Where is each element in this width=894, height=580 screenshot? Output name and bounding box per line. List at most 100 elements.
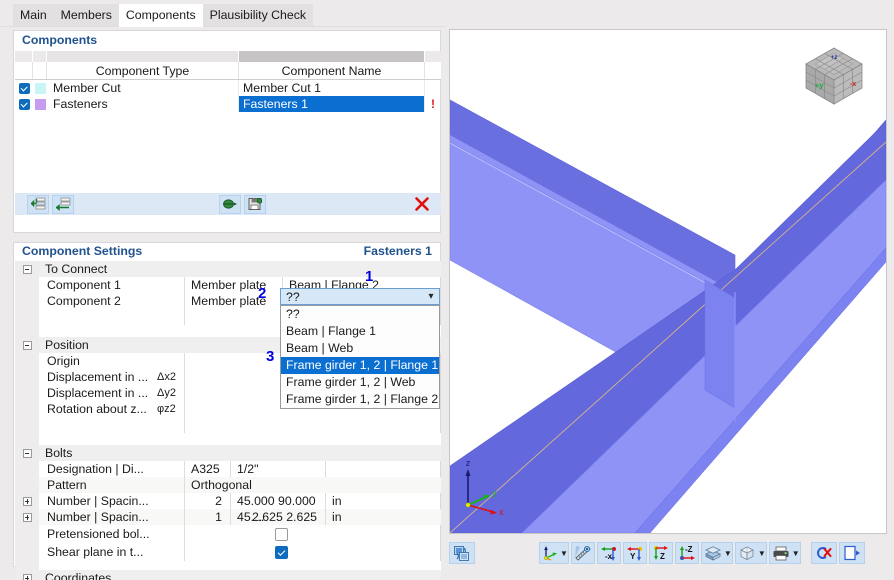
display-style-icon[interactable]: ▼ xyxy=(700,542,733,564)
row-value-number[interactable]: 1 xyxy=(185,509,231,525)
checkbox-checked-icon[interactable] xyxy=(275,545,288,559)
settings-row-number-spacing-1[interactable]: Number | Spacin... 2 45.000 90.000 45...… xyxy=(15,493,441,524)
view-y-icon[interactable]: Y xyxy=(622,542,647,564)
row-value[interactable] xyxy=(185,385,283,401)
checkbox-checked-icon[interactable] xyxy=(18,98,30,110)
measure-icon[interactable] xyxy=(570,542,595,564)
row-status xyxy=(425,80,441,96)
render-toggle-icon[interactable] xyxy=(449,542,475,564)
model-viewport[interactable]: +z +y -x z y x xyxy=(450,30,886,533)
expand-icon[interactable] xyxy=(22,573,32,580)
tab-plausibility-check[interactable]: Plausibility Check xyxy=(202,4,314,27)
row-symbol xyxy=(157,353,185,369)
color-swatch xyxy=(34,82,46,94)
settings-row-shear-plane[interactable]: Shear plane in t... xyxy=(15,543,441,561)
page-next-icon[interactable] xyxy=(838,542,865,564)
row-value-type[interactable]: Member plate xyxy=(185,293,283,309)
tab-bar: Main Members Components Plausibility Che… xyxy=(0,0,445,27)
row-label: Component 1 xyxy=(47,278,121,292)
tree-cell xyxy=(15,417,39,433)
row-component-name[interactable]: Fasteners 1 xyxy=(239,96,425,112)
collapse-icon[interactable] xyxy=(22,340,32,350)
row-value[interactable] xyxy=(185,369,283,385)
component-2-combobox[interactable]: ?? ▾ xyxy=(280,288,440,305)
expand-icon[interactable] xyxy=(22,496,32,506)
tree-toggle-cell[interactable] xyxy=(15,509,39,525)
settings-group-coordinates[interactable]: Coordinates xyxy=(15,570,441,580)
components-table-filter-strip xyxy=(15,51,441,62)
row-value xyxy=(185,543,231,561)
header-component-type[interactable]: Component Type xyxy=(47,62,239,79)
row-value-number[interactable]: 2 xyxy=(185,493,231,509)
settings-row-number-spacing-2[interactable]: Number | Spacin... 1 2.625 2.625 in xyxy=(15,509,441,525)
insert-component-before-icon[interactable] xyxy=(27,194,49,214)
chevron-down-icon[interactable]: ▼ xyxy=(560,549,568,558)
clear-selection-icon[interactable] xyxy=(810,542,837,564)
import-component-icon[interactable] xyxy=(219,194,241,214)
row-value-designation[interactable]: A325 xyxy=(185,461,231,477)
insert-component-after-icon[interactable] xyxy=(52,194,74,214)
box-view-icon[interactable]: ▼ xyxy=(734,542,767,564)
row-symbol: φz2 xyxy=(157,401,185,417)
dropdown-option-selected[interactable]: Frame girder 1, 2 | Flange 1 xyxy=(281,357,439,374)
chevron-down-icon[interactable]: ▼ xyxy=(792,549,800,558)
settings-row-pattern[interactable]: Pattern Orthogonal xyxy=(15,477,441,493)
dropdown-option[interactable]: ?? xyxy=(281,306,439,323)
tree-cell xyxy=(15,369,39,385)
row-value-spacing[interactable]: 2.625 2.625 xyxy=(231,509,326,525)
save-component-icon[interactable] xyxy=(244,194,266,214)
collapse-icon[interactable] xyxy=(22,264,32,274)
settings-row-designation[interactable]: Designation | Di... A325 1/2" xyxy=(15,461,441,477)
dropdown-option[interactable]: Frame girder 1, 2 | Web xyxy=(281,374,439,391)
chevron-down-icon[interactable]: ▼ xyxy=(724,549,732,558)
row-component-name[interactable]: Member Cut 1 xyxy=(239,80,425,96)
tab-main[interactable]: Main xyxy=(13,4,54,27)
row-value[interactable] xyxy=(185,401,283,417)
row-symbol xyxy=(157,277,185,293)
delete-component-icon[interactable] xyxy=(411,195,433,214)
row-value-type[interactable]: Member plate xyxy=(185,277,283,293)
shear-plane-checkbox-cell[interactable] xyxy=(231,543,326,561)
checkbox-checked-icon[interactable] xyxy=(18,82,30,94)
view-minus-z-icon[interactable]: -Z xyxy=(674,542,699,564)
chevron-down-icon[interactable]: ▾ xyxy=(423,291,439,302)
row-label: Rotation about z... xyxy=(47,402,147,416)
component-settings-header: Component Settings Fasteners 1 xyxy=(14,243,440,260)
settings-row-pretensioned[interactable]: Pretensioned bol... xyxy=(15,525,441,543)
tree-toggle-cell[interactable] xyxy=(15,570,39,580)
dropdown-option[interactable]: Frame girder 1, 2 | Flange 2 xyxy=(281,391,439,408)
row-checkbox-cell[interactable] xyxy=(15,96,33,112)
settings-group-bolts[interactable]: Bolts xyxy=(15,445,441,461)
checkbox-unchecked-icon[interactable] xyxy=(275,527,288,541)
view-z-icon[interactable]: Z xyxy=(648,542,673,564)
components-toolbar xyxy=(15,193,441,215)
print-icon[interactable]: ▼ xyxy=(768,542,801,564)
components-table: Component Type Component Name Member Cut… xyxy=(15,51,441,112)
row-value xyxy=(185,309,283,325)
tree-toggle-cell[interactable] xyxy=(15,261,39,277)
tree-toggle-cell[interactable] xyxy=(15,493,39,509)
tree-toggle-cell[interactable] xyxy=(15,337,39,353)
tab-components[interactable]: Components xyxy=(118,4,203,27)
row-component-type: Member Cut xyxy=(47,80,239,96)
settings-group-to-connect[interactable]: To Connect xyxy=(15,261,441,277)
table-row[interactable]: Fasteners Fasteners 1 ! xyxy=(15,96,441,112)
collapse-icon[interactable] xyxy=(22,448,32,458)
expand-icon[interactable] xyxy=(22,512,32,522)
tree-toggle-cell[interactable] xyxy=(15,445,39,461)
pretensioned-checkbox-cell[interactable] xyxy=(231,525,326,543)
row-checkbox-cell[interactable] xyxy=(15,80,33,96)
navigation-cube[interactable]: +z +y -x xyxy=(798,42,870,114)
row-value-diameter[interactable]: 1/2" xyxy=(231,461,326,477)
component-2-dropdown-list[interactable]: ?? Beam | Flange 1 Beam | Web Frame gird… xyxy=(280,305,440,409)
dropdown-option[interactable]: Beam | Web xyxy=(281,340,439,357)
table-row[interactable]: Member Cut Member Cut 1 xyxy=(15,80,441,96)
coordinate-system-icon[interactable]: ▼ xyxy=(539,542,569,564)
dropdown-option[interactable]: Beam | Flange 1 xyxy=(281,323,439,340)
view-minus-x-icon[interactable]: -x xyxy=(596,542,621,564)
chevron-down-icon[interactable]: ▼ xyxy=(758,549,766,558)
row-value-pattern[interactable]: Orthogonal xyxy=(185,477,326,493)
row-value-spacing[interactable]: 45.000 90.000 45.... xyxy=(231,493,326,524)
header-component-name[interactable]: Component Name xyxy=(239,62,425,79)
tab-members[interactable]: Members xyxy=(53,4,119,27)
